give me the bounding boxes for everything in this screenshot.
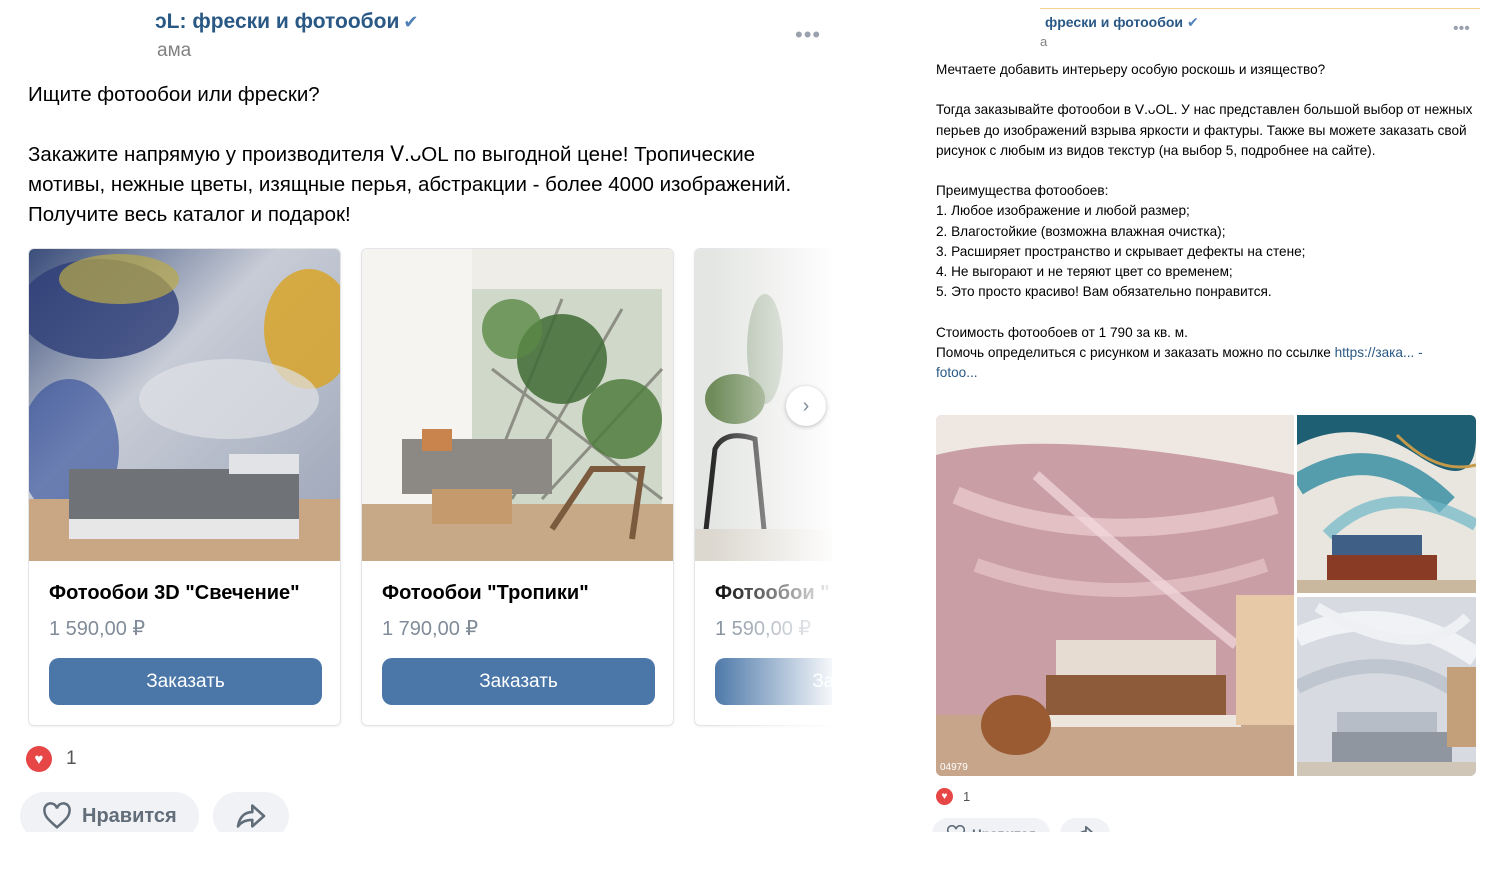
likes-count: 1 xyxy=(66,748,77,769)
product-image[interactable] xyxy=(362,249,673,561)
order-button[interactable]: Заказать xyxy=(49,658,322,705)
more-options-icon[interactable]: ••• xyxy=(795,22,821,48)
post-subtitle: а xyxy=(1040,34,1048,49)
heart-icon: ♥ xyxy=(936,788,953,805)
product-price: 1 790,00 ₽ xyxy=(382,618,479,640)
post-text: Мечтаете добавить интерьеру особую роско… xyxy=(936,60,1476,383)
checkmark-icon: ✔ xyxy=(1186,14,1199,30)
author-name[interactable]: фрески и фотообои xyxy=(1045,14,1183,30)
share-icon xyxy=(236,804,266,828)
page-bottom xyxy=(0,832,1493,889)
post-actions: Нравится xyxy=(20,792,289,832)
left-post: ᴐL: фрески и фотообои ✔ ама ••• Ищите фот… xyxy=(0,0,835,832)
heart-outline-icon xyxy=(43,802,71,829)
product-title[interactable]: Фотообои 3D "Свечение" xyxy=(49,582,300,605)
share-button[interactable] xyxy=(212,792,289,832)
post-author-link[interactable]: фрески и фотообои ✔ xyxy=(1045,14,1199,31)
product-title[interactable]: Фотообои "Тропики" xyxy=(382,582,589,605)
product-title[interactable]: Фотообои " xyxy=(715,582,830,605)
divider xyxy=(1040,8,1480,9)
heart-icon: ♥ xyxy=(26,746,52,772)
post-author-link[interactable]: ᴐL: фрески и фотообои ✔ xyxy=(155,10,419,34)
checkmark-icon: ✔ xyxy=(403,12,419,32)
post-body: Мечтаете добавить интерьеру особую роско… xyxy=(936,62,1473,360)
product-carousel: Фотообои 3D "Свечение" 1 590,00 ₽ Заказа… xyxy=(28,248,832,728)
more-options-icon[interactable]: ••• xyxy=(1453,20,1470,38)
order-button[interactable]: Заказать xyxy=(715,658,832,705)
likes-summary[interactable]: ♥ 1 xyxy=(936,788,970,805)
product-card[interactable]: Фотообои 3D "Свечение" 1 590,00 ₽ Заказа… xyxy=(28,248,341,726)
right-post: фрески и фотообои ✔ а ••• Мечтаете добав… xyxy=(925,0,1485,838)
product-card[interactable]: Фотообои "Тропики" 1 790,00 ₽ Заказать xyxy=(361,248,674,726)
post-subtitle: ама xyxy=(157,40,192,61)
likes-count: 1 xyxy=(963,789,971,804)
likes-summary[interactable]: ♥ 1 xyxy=(26,746,77,772)
product-image[interactable] xyxy=(29,249,340,561)
gallery-photo[interactable] xyxy=(1297,597,1476,776)
author-name[interactable]: ᴐL: фрески и фотообои xyxy=(155,10,399,33)
gallery-photo[interactable]: 04979 xyxy=(936,415,1294,776)
product-price: 1 590,00 ₽ xyxy=(715,618,812,640)
post-text: Ищите фотообои или фрески? Закажите напр… xyxy=(28,83,792,226)
order-button[interactable]: Заказать xyxy=(382,658,655,705)
gallery-photo[interactable] xyxy=(1297,415,1476,593)
photo-gallery: 04979 xyxy=(936,415,1476,776)
product-card[interactable]: Фотообои " 1 590,00 ₽ Заказать xyxy=(694,248,832,726)
chevron-right-icon[interactable]: › xyxy=(786,386,826,426)
product-price: 1 590,00 ₽ xyxy=(49,618,146,640)
image-code: 04979 xyxy=(940,762,968,773)
like-label: Нравится xyxy=(82,804,177,827)
like-button[interactable]: Нравится xyxy=(20,792,199,832)
